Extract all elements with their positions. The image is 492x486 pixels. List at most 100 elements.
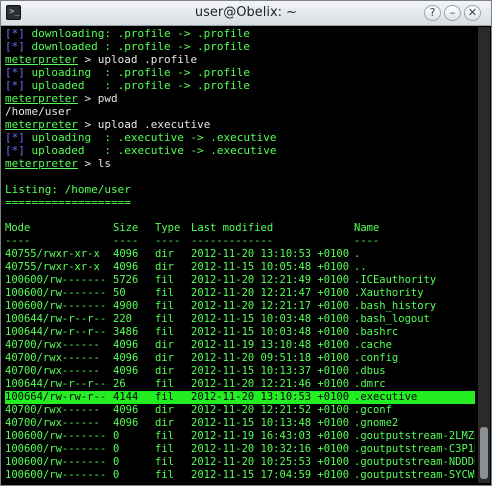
terminal-text: > ls bbox=[77, 157, 111, 170]
cell-modified: 2012-11-20 12:21:46 +0100 bbox=[191, 378, 350, 390]
cell-type: dir bbox=[155, 261, 174, 273]
cell-size: Size bbox=[113, 222, 139, 234]
table-row: 40700/rwx------ 4096 dir 2012-11-19 13:10:4… bbox=[5, 339, 475, 352]
listing-header-underline: ---- ---- ---- ------------- ---- bbox=[5, 235, 475, 248]
cell-size: 0 bbox=[113, 456, 120, 468]
table-row: 100600/rw------- 50 fil 2012-11-20 12:21:47… bbox=[5, 287, 475, 300]
terminal-text: > upload .profile bbox=[77, 53, 198, 66]
terminal-text: [*] bbox=[5, 131, 25, 144]
cell-size: 220 bbox=[113, 313, 132, 325]
cell-mode: 40700/rwx------ bbox=[5, 352, 100, 364]
cell-size: 0 bbox=[113, 443, 120, 455]
prompt-label: meterpreter bbox=[5, 92, 78, 105]
terminal-text: uploading : .profile -> .profile bbox=[24, 66, 251, 79]
cell-modified: 2012-11-19 16:43:03 +0100 bbox=[191, 430, 350, 442]
cell-name: .cache bbox=[354, 339, 392, 351]
cell-name: .goutputstream-SYCWNW bbox=[354, 469, 475, 481]
minimize-button[interactable]: – bbox=[444, 5, 461, 21]
terminal-line: meterpreter > ls bbox=[5, 157, 475, 170]
cell-name: .goutputstream-C3P1NW bbox=[354, 443, 475, 455]
cell-modified: 2012-11-19 13:10:48 +0100 bbox=[191, 339, 350, 351]
table-row: 100664/rw-rw-r-- 4144 fil 2012-11-20 13:10:… bbox=[5, 391, 475, 404]
table-row: 40755/rwxr-xr-x 4096 dir 2012-11-20 13:10:5… bbox=[5, 248, 475, 261]
cell-name: .dbus bbox=[354, 365, 386, 377]
cell-mode: 100644/rw-r--r-- bbox=[5, 378, 107, 390]
cell-type: fil bbox=[155, 430, 174, 442]
cell-type: dir bbox=[155, 339, 174, 351]
terminal-text: [*] bbox=[5, 79, 25, 92]
terminal-line: meterpreter > pwd bbox=[5, 92, 475, 105]
cell-type: dir bbox=[155, 352, 174, 364]
terminal-text: > pwd bbox=[77, 92, 118, 105]
cell-size: 4096 bbox=[113, 417, 139, 429]
cell-type: fil bbox=[155, 469, 174, 481]
terminal-text: [*] bbox=[5, 66, 25, 79]
cell-size: ---- bbox=[113, 235, 139, 247]
cell-modified: 2012-11-20 12:21:17 +0100 bbox=[191, 300, 350, 312]
terminal-window: >_ user@Obelix: ~ ? – ✕ [*] downloading:… bbox=[0, 0, 492, 486]
terminal-text: uploading : .executive -> .executive bbox=[24, 131, 277, 144]
cell-name: .bashrc bbox=[354, 326, 399, 338]
table-row: 100600/rw------- 5726 fil 2012-11-20 12:21:… bbox=[5, 274, 475, 287]
terminal-text: uploaded : .executive -> .executive bbox=[24, 144, 277, 157]
terminal-text: [*] bbox=[5, 27, 25, 40]
cell-type: fil bbox=[155, 391, 174, 403]
terminal-line: [*] uploading : .profile -> .profile bbox=[5, 66, 475, 79]
cell-size: 5726 bbox=[113, 274, 139, 286]
cell-type: fil bbox=[155, 287, 174, 299]
cell-name: .. bbox=[354, 261, 367, 273]
cell-modified: ------------- bbox=[191, 235, 274, 247]
help-button[interactable]: ? bbox=[424, 5, 441, 21]
cell-modified: 2012-11-15 10:05:48 +0100 bbox=[191, 261, 350, 273]
cell-mode: 40700/rwx------ bbox=[5, 365, 100, 377]
cell-modified: 2012-11-15 17:04:59 +0100 bbox=[191, 469, 350, 481]
cell-type: ---- bbox=[155, 235, 181, 247]
terminal-line: meterpreter > upload .profile bbox=[5, 53, 475, 66]
cell-mode: Mode bbox=[5, 222, 31, 234]
cell-mode: 100600/rw------- bbox=[5, 469, 107, 481]
terminal-line: /home/user bbox=[5, 105, 475, 118]
close-button[interactable]: ✕ bbox=[464, 5, 481, 21]
table-row: 100644/rw-r--r-- 26 fil 2012-11-20 12:21:46… bbox=[5, 378, 475, 391]
scrollbar[interactable] bbox=[478, 27, 490, 483]
cell-type: Type bbox=[155, 222, 181, 234]
cell-modified: 2012-11-15 10:13:48 +0100 bbox=[191, 417, 350, 429]
table-row: 100600/rw------- 0 fil 2012-11-20 10:32:16 … bbox=[5, 443, 475, 456]
cell-name: .ICEauthority bbox=[354, 274, 437, 286]
scrollbar-thumb[interactable] bbox=[480, 427, 488, 479]
cell-modified: 2012-11-15 10:03:48 +0100 bbox=[191, 313, 350, 325]
cell-name: .bash_history bbox=[354, 300, 437, 312]
cell-size: 4096 bbox=[113, 365, 139, 377]
table-row: 100600/rw------- 0 fil 2012-11-19 16:43:03 … bbox=[5, 430, 475, 443]
cell-modified: 2012-11-20 10:25:53 +0100 bbox=[191, 456, 350, 468]
terminal-line: [*] downloaded : .profile -> .profile bbox=[5, 40, 475, 53]
terminal-text: > upload .executive bbox=[77, 118, 211, 131]
cell-name: . bbox=[354, 248, 361, 260]
cell-name: .Xauthority bbox=[354, 287, 424, 299]
cell-type: dir bbox=[155, 417, 174, 429]
terminal-text: [*] bbox=[5, 144, 25, 157]
cell-modified: 2012-11-20 12:21:49 +0100 bbox=[191, 274, 350, 286]
terminal-text: =================== bbox=[5, 196, 131, 209]
cell-name: .dmrc bbox=[354, 378, 386, 390]
cell-size: 26 bbox=[113, 378, 126, 390]
cell-modified: 2012-11-20 09:51:18 +0100 bbox=[191, 352, 350, 364]
terminal-text: uploaded : .profile -> .profile bbox=[24, 79, 251, 92]
cell-type: fil bbox=[155, 456, 174, 468]
window-title: user@Obelix: ~ bbox=[194, 5, 298, 20]
prompt-label: meterpreter bbox=[5, 118, 78, 131]
table-row: 40755/rwxr-xr-x 4096 dir 2012-11-15 10:05:4… bbox=[5, 261, 475, 274]
cell-mode: 40700/rwx------ bbox=[5, 417, 100, 429]
cell-mode: 100600/rw------- bbox=[5, 456, 107, 468]
terminal-line: =================== bbox=[5, 196, 475, 209]
cell-size: 4096 bbox=[113, 339, 139, 351]
cell-size: 4096 bbox=[113, 352, 139, 364]
terminal-text: downloading: .profile -> .profile bbox=[24, 27, 251, 40]
terminal-line: [*] uploaded : .executive -> .executive bbox=[5, 144, 475, 157]
title-bar[interactable]: >_ user@Obelix: ~ ? – ✕ bbox=[1, 1, 491, 26]
table-row: 40700/rwx------ 4096 dir 2012-11-15 10:13:3… bbox=[5, 365, 475, 378]
terminal-line: [*] downloading: .profile -> .profile bbox=[5, 27, 475, 40]
terminal-output[interactable]: [*] downloading: .profile -> .profile [*]… bbox=[5, 27, 475, 483]
cell-mode: ---- bbox=[5, 235, 31, 247]
